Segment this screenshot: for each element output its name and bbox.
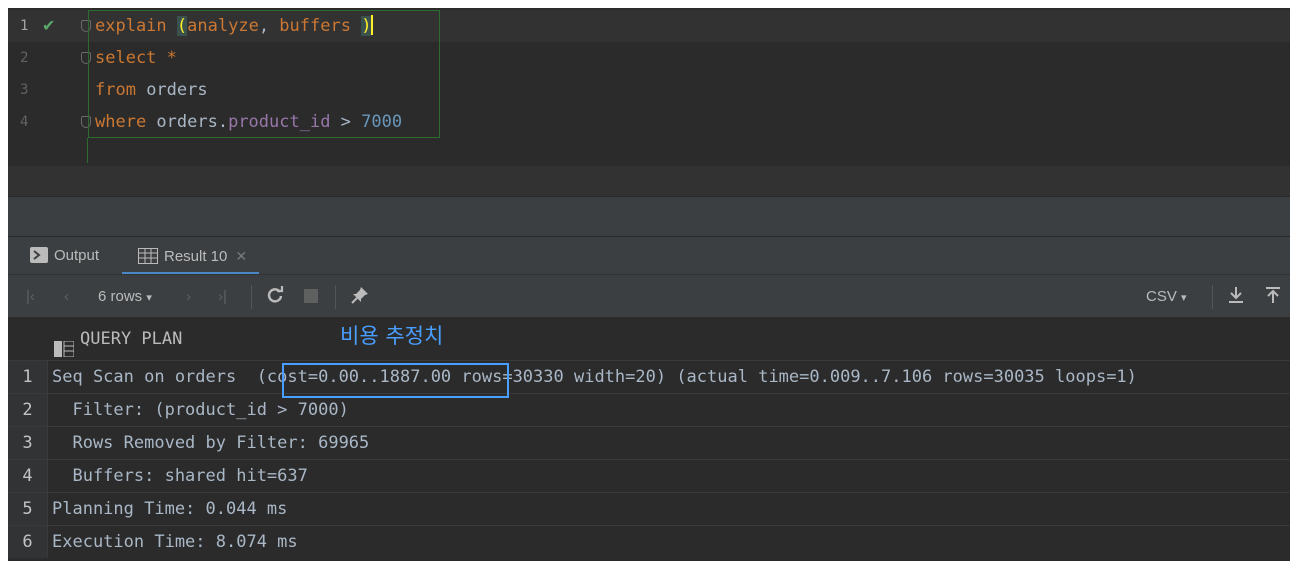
- upload-icon[interactable]: [1265, 275, 1281, 319]
- toolbar-divider: [1212, 285, 1213, 309]
- table-row[interactable]: 4 Buffers: shared hit=637: [8, 459, 1290, 492]
- export-format-selector[interactable]: CSV ▾: [1146, 275, 1187, 319]
- toolbar-divider: [251, 285, 252, 309]
- table-cell[interactable]: Buffers: shared hit=637: [52, 460, 307, 492]
- tab-label: Output: [54, 247, 100, 264]
- table-cell[interactable]: Execution Time: 8.074 ms: [52, 526, 298, 558]
- results-tab-bar: Output Result 10 ✕: [8, 236, 1290, 275]
- stop-icon[interactable]: [304, 275, 318, 319]
- line-number: 2: [20, 50, 29, 66]
- tab-output[interactable]: Output: [30, 237, 99, 275]
- line-number: 3: [20, 82, 29, 98]
- previous-page-icon[interactable]: ‹: [64, 275, 69, 319]
- row-number: 5: [8, 493, 48, 525]
- table-cell[interactable]: Planning Time: 0.044 ms: [52, 493, 287, 525]
- editor-empty-area: [8, 166, 1290, 196]
- terminal-icon: [30, 240, 48, 278]
- sql-editor[interactable]: 1 ✔ explain (analyze, buffers ) 2 select…: [8, 8, 1290, 166]
- row-number: 6: [8, 526, 48, 558]
- chevron-down-icon: ▾: [1181, 292, 1187, 304]
- column-header[interactable]: QUERY PLAN: [8, 318, 1290, 360]
- refresh-icon[interactable]: [266, 275, 284, 319]
- table-row[interactable]: 6 Execution Time: 8.074 ms: [8, 525, 1290, 558]
- results-toolbar: |‹ ‹ 6 rows ▾ › ›| CSV ▾: [8, 274, 1290, 318]
- statement-highlight: [88, 10, 440, 138]
- table-row[interactable]: 1 Seq Scan on orders (cost=0.00..1887.00…: [8, 360, 1290, 393]
- rows-count-label: 6 rows: [98, 288, 143, 305]
- close-icon[interactable]: ✕: [235, 248, 247, 264]
- line-number: 1: [20, 18, 29, 34]
- result-grid[interactable]: QUERY PLAN 비용 추정치 1 Seq Scan on orders (…: [8, 318, 1290, 561]
- row-number: 2: [8, 394, 48, 426]
- cost-estimate-annotation: 비용 추정치: [340, 324, 444, 348]
- pin-icon[interactable]: [350, 275, 370, 319]
- chevron-down-icon: ▾: [146, 292, 152, 304]
- row-number: 4: [8, 460, 48, 492]
- table-row[interactable]: 3 Rows Removed by Filter: 69965: [8, 426, 1290, 459]
- first-page-icon[interactable]: |‹: [26, 275, 35, 319]
- ide-window: 1 ✔ explain (analyze, buffers ) 2 select…: [8, 8, 1290, 561]
- row-number: 3: [8, 427, 48, 459]
- tab-label: Result 10: [164, 248, 228, 265]
- toolbar-divider: [335, 285, 336, 309]
- table-cell[interactable]: Rows Removed by Filter: 69965: [52, 427, 369, 459]
- table-cell[interactable]: Seq Scan on orders (cost=0.00..1887.00 r…: [52, 361, 1137, 393]
- indent-guide: [87, 138, 88, 163]
- panel-splitter[interactable]: [8, 196, 1290, 236]
- table-cell[interactable]: Filter: (product_id > 7000): [52, 394, 348, 426]
- next-page-icon[interactable]: ›: [186, 275, 191, 319]
- table-row[interactable]: 2 Filter: (product_id > 7000): [8, 393, 1290, 426]
- download-icon[interactable]: [1228, 275, 1244, 319]
- row-number: 1: [8, 361, 48, 393]
- tab-result[interactable]: Result 10 ✕: [122, 237, 260, 275]
- column-header-label: QUERY PLAN: [80, 329, 183, 349]
- rows-count-selector[interactable]: 6 rows ▾: [98, 275, 152, 319]
- export-format-label: CSV: [1146, 288, 1177, 305]
- table-row[interactable]: 5 Planning Time: 0.044 ms: [8, 492, 1290, 525]
- checkmark-icon: ✔: [42, 16, 56, 35]
- last-page-icon[interactable]: ›|: [218, 275, 227, 319]
- line-number: 4: [20, 114, 29, 130]
- cost-highlight-box: [282, 363, 509, 398]
